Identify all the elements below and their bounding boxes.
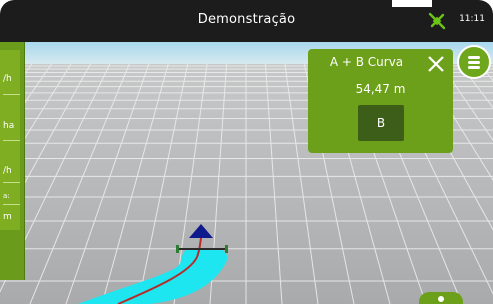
guidance-screen: Demonstração 11:11 /h ha /h a: m A + B C… [0, 0, 493, 304]
close-icon[interactable] [425, 53, 447, 75]
implement-right-end [225, 245, 228, 253]
gps-satellite-icon[interactable] [426, 10, 448, 32]
hamburger-menu-icon[interactable] [457, 45, 491, 79]
side-label-rate: /h [3, 166, 12, 176]
top-bar: Demonstração 11:11 [0, 0, 493, 42]
screen-title: Demonstração [197, 12, 296, 27]
ab-line-title: A + B Curva [329, 55, 404, 69]
side-label-small: a: [3, 192, 10, 200]
ab-line-card: A + B Curva 54,47 m B [308, 49, 453, 153]
top-tab [392, 0, 432, 7]
side-label-speed: /h [3, 74, 12, 84]
side-separator [3, 182, 20, 183]
set-point-b-button[interactable]: B [358, 105, 404, 141]
implement-left-end [176, 245, 179, 253]
side-separator [3, 94, 20, 95]
menu-bar [468, 66, 480, 69]
info-side-panel[interactable]: /h ha /h a: m [0, 42, 25, 280]
menu-bar [468, 56, 480, 59]
bottom-action-button[interactable] [419, 292, 463, 304]
side-label-distance: m [3, 212, 12, 222]
clock: 11:11 [459, 14, 485, 24]
menu-bar [468, 61, 480, 64]
ab-distance-value: 54,47 m [355, 82, 406, 96]
bottom-action-icon [438, 296, 444, 302]
side-separator [3, 204, 20, 205]
side-separator [3, 140, 20, 141]
side-label-area: ha [3, 121, 15, 131]
